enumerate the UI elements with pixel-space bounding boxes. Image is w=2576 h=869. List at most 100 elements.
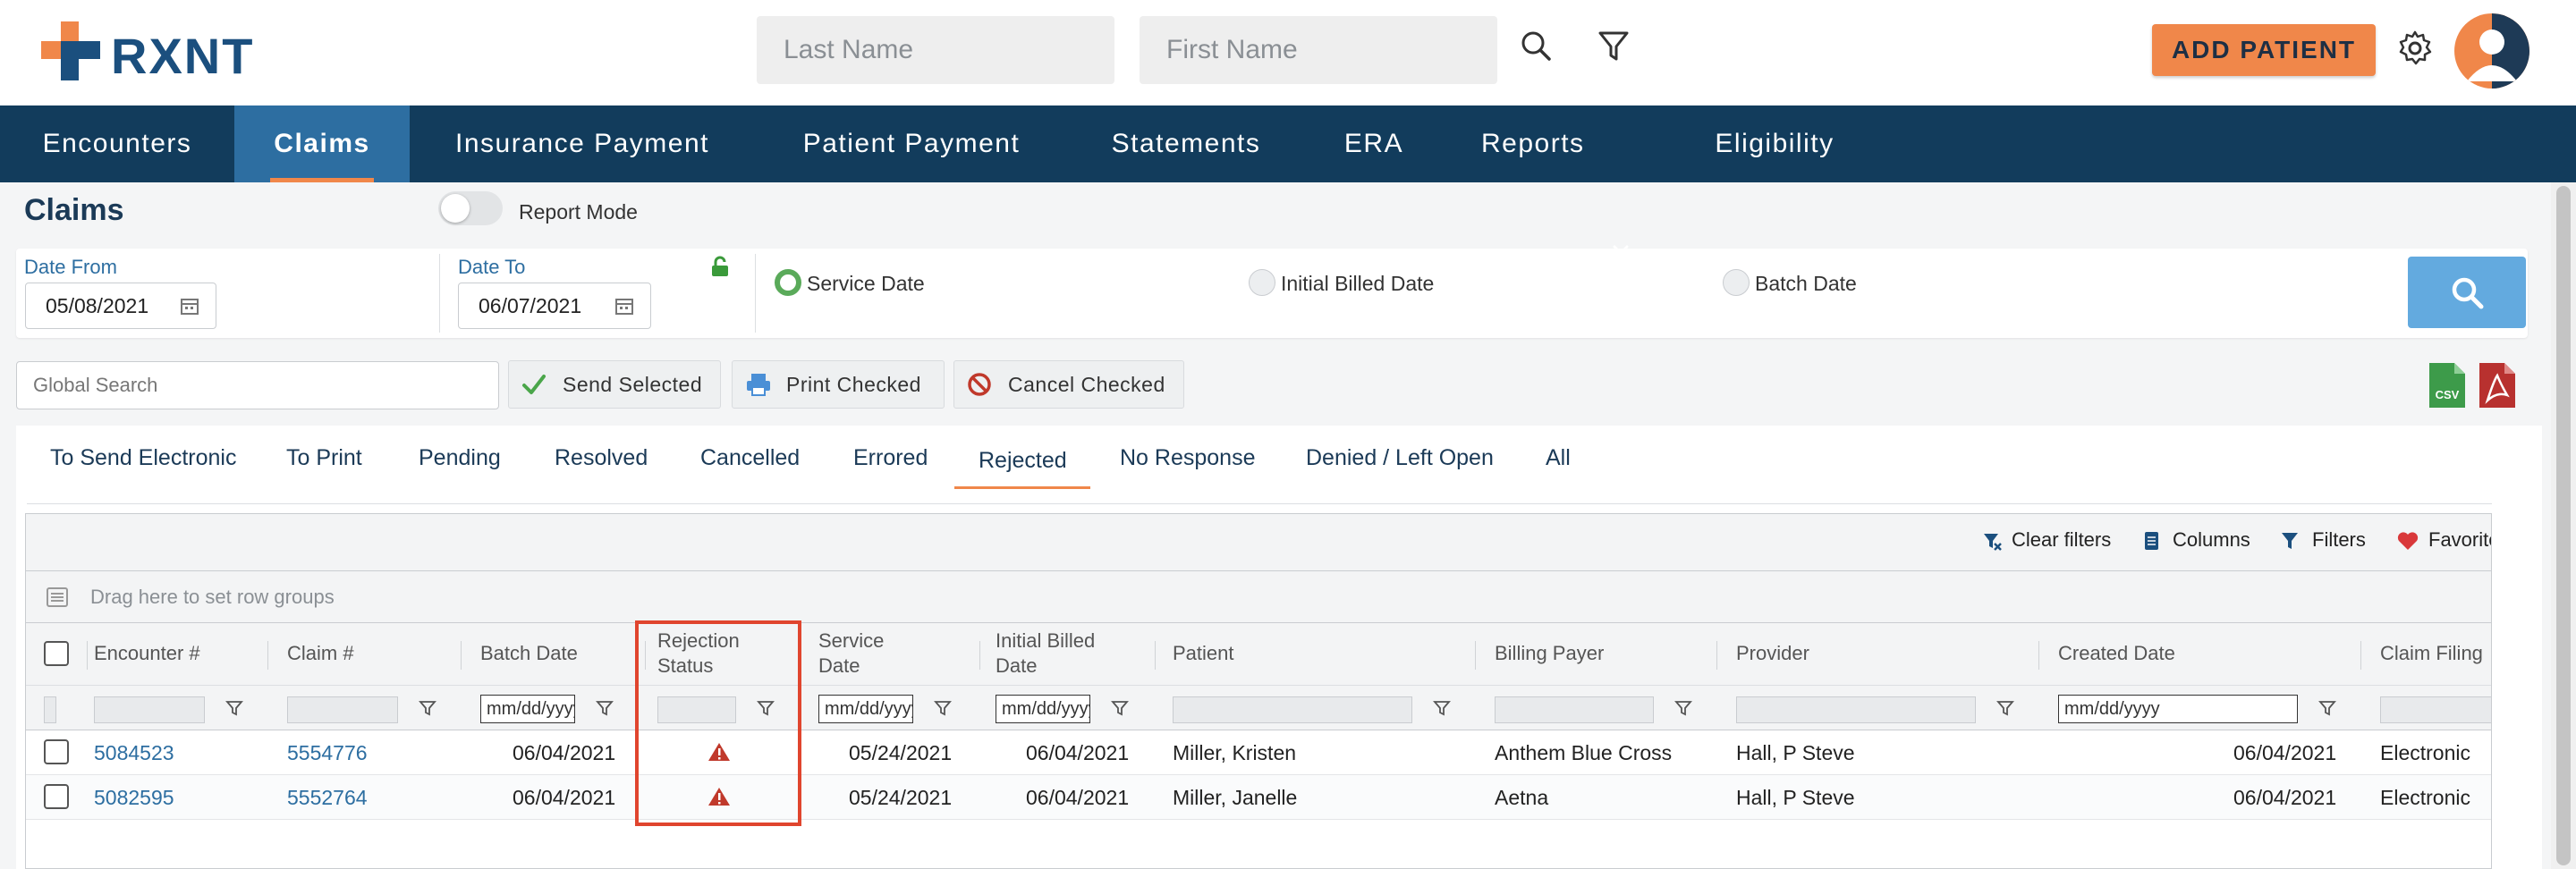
filter-date-placeholder: mm/dd/yyyy xyxy=(1002,699,1090,719)
col-header-encounter[interactable]: Encounter # xyxy=(94,641,200,666)
col-header-service-line2: Date xyxy=(818,654,860,677)
radio-initial-billed-date[interactable] xyxy=(1249,269,1275,296)
claim-filing-cell: Electronic xyxy=(2380,786,2470,809)
column-filter-icon[interactable] xyxy=(2318,698,2337,718)
initial-billed-cell: 06/04/2021 xyxy=(1026,786,1130,809)
date-from-input[interactable]: 05/08/2021 xyxy=(25,283,216,329)
table-row[interactable]: 5084523 5554776 06/04/2021 05/24/2021 06… xyxy=(26,730,2491,775)
column-filter-icon[interactable] xyxy=(418,698,437,718)
calendar-icon[interactable] xyxy=(180,296,199,316)
column-filter-icon[interactable] xyxy=(1432,698,1452,718)
filter-claim-input[interactable] xyxy=(287,696,398,723)
column-filter-icon[interactable] xyxy=(225,698,244,718)
nav-claims[interactable]: Claims xyxy=(234,105,410,182)
nav-reports[interactable]: Reports xyxy=(1444,105,1614,182)
column-filter-icon[interactable] xyxy=(933,698,953,718)
tab-cancelled[interactable]: Cancelled xyxy=(700,445,800,471)
filter-billing-payer-input[interactable] xyxy=(1495,696,1654,723)
filter-initial-billed-input[interactable]: mm/dd/yyyy xyxy=(996,695,1090,723)
logo-text[interactable]: RXNT xyxy=(111,27,254,85)
row-checkbox[interactable] xyxy=(44,739,69,764)
claim-link[interactable]: 5554776 xyxy=(287,741,368,765)
scrollbar-thumb[interactable] xyxy=(2556,186,2571,865)
columns-icon[interactable] xyxy=(2142,530,2162,552)
column-filter-icon[interactable] xyxy=(595,698,614,718)
gear-icon[interactable] xyxy=(2395,29,2435,68)
row-checkbox[interactable] xyxy=(44,784,69,809)
encounter-link[interactable]: 5084523 xyxy=(94,741,174,765)
tab-no-response[interactable]: No Response xyxy=(1120,445,1255,471)
col-header-service-date[interactable]: Service Date xyxy=(818,629,884,679)
first-name-input[interactable] xyxy=(1140,16,1497,84)
column-filter-icon[interactable] xyxy=(1996,698,2015,718)
filter-created-date-input[interactable]: mm/dd/yyyy xyxy=(2058,695,2298,723)
clear-filters-button[interactable]: Clear filters xyxy=(2012,528,2111,552)
filter-icon[interactable] xyxy=(2280,530,2300,552)
provider-cell: Hall, P Steve xyxy=(1736,786,1855,809)
add-patient-button[interactable]: ADD PATIENT xyxy=(2152,24,2376,76)
columns-button[interactable]: Columns xyxy=(2173,528,2250,552)
global-search-input[interactable] xyxy=(16,361,499,409)
select-all-checkbox[interactable] xyxy=(44,641,69,666)
encounter-link[interactable]: 5082595 xyxy=(94,786,174,810)
calendar-icon[interactable] xyxy=(614,296,634,316)
col-header-claim[interactable]: Claim # xyxy=(287,641,354,666)
tab-errored[interactable]: Errored xyxy=(853,445,928,471)
filter-service-date-input[interactable]: mm/dd/yyyy xyxy=(818,695,913,723)
clear-filter-icon[interactable] xyxy=(1981,530,2003,552)
lock-open-icon[interactable] xyxy=(710,256,730,277)
tab-to-send-electronic[interactable]: To Send Electronic xyxy=(50,445,236,471)
print-checked-button[interactable]: Print Checked xyxy=(732,360,945,409)
filter-provider-input[interactable] xyxy=(1736,696,1976,723)
col-header-created-date[interactable]: Created Date xyxy=(2058,641,2175,666)
col-header-batch-date[interactable]: Batch Date xyxy=(480,641,578,666)
tab-resolved[interactable]: Resolved xyxy=(555,445,648,471)
heart-icon[interactable] xyxy=(2396,530,2419,552)
nav-insurance-payment[interactable]: Insurance Payment xyxy=(410,105,755,182)
column-filter-icon[interactable] xyxy=(1110,698,1130,718)
radio-service-date[interactable] xyxy=(775,269,801,296)
search-button[interactable] xyxy=(2408,257,2526,328)
report-mode-toggle[interactable] xyxy=(438,191,503,225)
filters-button[interactable]: Filters xyxy=(2312,528,2366,552)
col-header-billing-payer[interactable]: Billing Payer xyxy=(1495,641,1604,666)
radio-batch-date[interactable] xyxy=(1723,269,1750,296)
col-header-provider[interactable]: Provider xyxy=(1736,641,1809,666)
grid-toolbar: Clear filters Columns Filters Favorites xyxy=(26,514,2491,571)
tab-all[interactable]: All xyxy=(1546,445,1571,471)
user-avatar[interactable] xyxy=(2454,13,2529,89)
nav-patient-payment[interactable]: Patient Payment xyxy=(755,105,1068,182)
column-separator xyxy=(2360,641,2361,670)
col-header-initial-billed-date[interactable]: Initial Billed Date xyxy=(996,629,1095,679)
page-scrollbar[interactable] xyxy=(2551,182,2576,869)
col-header-claim-filing[interactable]: Claim Filing xyxy=(2380,641,2483,666)
filter-batch-date-input[interactable]: mm/dd/yyyy xyxy=(480,695,575,723)
claim-link[interactable]: 5552764 xyxy=(287,786,368,810)
favorites-button[interactable]: Favorites xyxy=(2428,528,2491,552)
row-group-bar[interactable]: Drag here to set row groups xyxy=(26,571,2491,623)
date-to-input[interactable]: 06/07/2021 xyxy=(458,283,651,329)
tab-to-print[interactable]: To Print xyxy=(286,445,362,471)
csv-export-icon[interactable]: CSV xyxy=(2428,361,2467,409)
nav-statements[interactable]: Statements xyxy=(1068,105,1304,182)
col-header-patient[interactable]: Patient xyxy=(1173,641,1234,666)
filter-encounter-input[interactable] xyxy=(94,696,205,723)
nav-encounters[interactable]: Encounters xyxy=(0,105,234,182)
tab-pending[interactable]: Pending xyxy=(419,445,501,471)
nav-era[interactable]: ERA xyxy=(1304,105,1444,182)
column-filter-icon[interactable] xyxy=(1674,698,1693,718)
filter-patient-input[interactable] xyxy=(1173,696,1412,723)
tab-denied-left-open[interactable]: Denied / Left Open xyxy=(1306,445,1494,471)
cancel-checked-button[interactable]: Cancel Checked xyxy=(953,360,1184,409)
send-selected-button[interactable]: Send Selected xyxy=(508,360,721,409)
column-separator xyxy=(267,641,268,670)
filter-icon[interactable] xyxy=(1594,27,1633,66)
nav-eligibility[interactable]: Eligibility xyxy=(1669,105,1880,182)
rxnt-logo-icon[interactable] xyxy=(41,21,100,80)
pdf-export-icon[interactable] xyxy=(2478,361,2517,409)
table-row[interactable]: 5082595 5552764 06/04/2021 05/24/2021 06… xyxy=(26,775,2491,820)
search-icon[interactable] xyxy=(1517,27,1556,66)
last-name-input[interactable] xyxy=(757,16,1114,84)
filter-claim-filing-input[interactable] xyxy=(2380,696,2491,723)
tab-rejected[interactable]: Rejected xyxy=(979,448,1067,474)
